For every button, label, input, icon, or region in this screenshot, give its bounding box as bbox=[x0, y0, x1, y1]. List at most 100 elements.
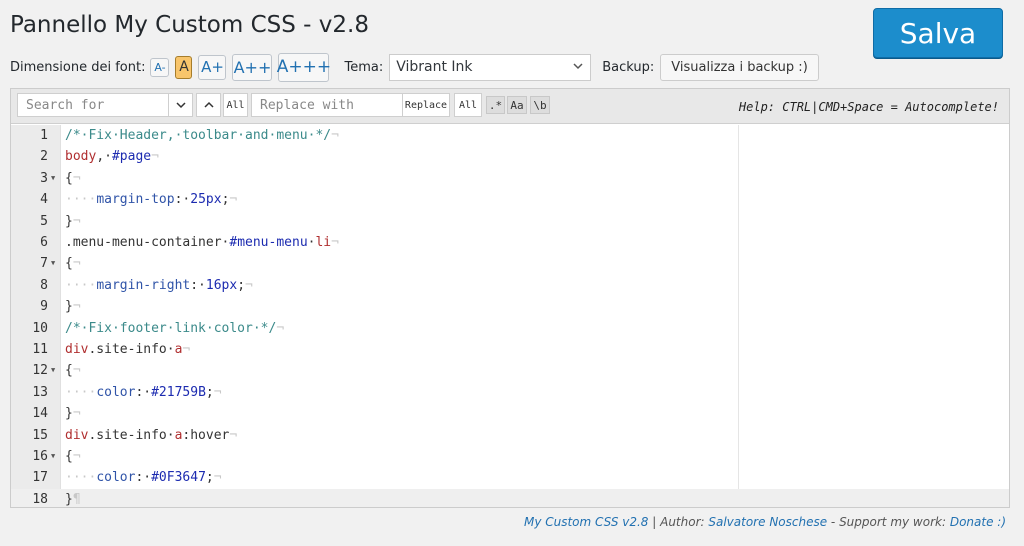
code-text: }¬ bbox=[65, 211, 81, 232]
fold-toggle-icon[interactable]: ▼ bbox=[51, 168, 55, 189]
code-line[interactable]: 17 ····color:·#0F3647;¬ bbox=[11, 467, 1009, 488]
code-line[interactable]: 2 body,·#page¬ bbox=[11, 146, 1009, 167]
code-token: :· bbox=[135, 470, 152, 486]
code-token: :hover bbox=[182, 427, 230, 443]
plugin-link[interactable]: My Custom CSS v2.8 bbox=[524, 515, 648, 529]
search-history-button[interactable] bbox=[168, 93, 193, 117]
code-token: .site-info· bbox=[88, 342, 175, 357]
code-token: /*·Fix·Header,·toolbar·and·menu·*/ bbox=[65, 128, 332, 143]
code-token: #page bbox=[111, 149, 152, 165]
author-link[interactable]: Salvatore Noschese bbox=[708, 515, 827, 529]
code-token: :· bbox=[190, 277, 206, 293]
code-text: {¬ bbox=[65, 446, 81, 467]
view-backups-button[interactable]: Visualizza i backup :) bbox=[660, 53, 819, 81]
code-line[interactable]: 11 div.site-info·a¬ bbox=[11, 339, 1009, 360]
code-line[interactable]: 9}¬ bbox=[11, 296, 1009, 317]
code-text: ····margin-right:·16px;¬ bbox=[65, 275, 253, 296]
code-line[interactable]: 5 }¬ bbox=[11, 211, 1009, 232]
code-token: .menu-menu-container· bbox=[65, 235, 230, 250]
find-previous-button[interactable] bbox=[196, 93, 221, 117]
code-token: ¬ bbox=[213, 470, 222, 486]
code-token: ¬ bbox=[72, 170, 81, 186]
line-number: 3 bbox=[40, 170, 48, 186]
code-token: { bbox=[65, 256, 73, 272]
code-token: } bbox=[65, 213, 73, 229]
find-all-button[interactable]: All bbox=[223, 93, 248, 117]
font-size-label: Dimensione dei font: bbox=[10, 59, 146, 75]
donate-link[interactable]: Donate :) bbox=[950, 515, 1006, 529]
code-token: ¬ bbox=[72, 256, 81, 272]
code-token: ¬ bbox=[182, 342, 191, 357]
code-token: #21759B bbox=[151, 384, 206, 400]
code-line[interactable]: 15 div.site-info·a:hover¬ bbox=[11, 425, 1009, 446]
line-number: 13 bbox=[32, 384, 48, 400]
code-line[interactable]: 18}¶ bbox=[11, 488, 1009, 507]
font-size-large-button[interactable]: A+ bbox=[198, 54, 227, 80]
code-token: ···· bbox=[65, 277, 97, 293]
code-text: {¬ bbox=[65, 360, 81, 381]
help-text: Help: CTRL|CMD+Space = Autocomplete! bbox=[738, 100, 999, 114]
code-token: 25px bbox=[190, 192, 222, 208]
code-line[interactable]: 3 ▼ {¬ bbox=[11, 168, 1009, 189]
footer: My Custom CSS v2.8 | Author: Salvatore N… bbox=[524, 515, 1006, 529]
code-token: ¬ bbox=[72, 449, 81, 464]
code-token: { bbox=[65, 363, 73, 379]
replace-button[interactable]: Replace bbox=[402, 93, 450, 117]
replace-all-button[interactable]: All bbox=[454, 93, 482, 117]
code-line[interactable]: 7 ▼ {¬ bbox=[11, 253, 1009, 274]
code-token: color bbox=[96, 470, 136, 486]
theme-value: Vibrant Ink bbox=[396, 59, 473, 75]
search-input[interactable]: Search for bbox=[17, 93, 169, 117]
theme-label: Tema: bbox=[344, 59, 384, 75]
code-token: ¬ bbox=[245, 277, 253, 293]
code-text: ····color:·#0F3647;¬ bbox=[65, 467, 222, 488]
code-line[interactable]: 14}¬ bbox=[11, 403, 1009, 424]
line-number: 12 bbox=[32, 363, 48, 379]
font-size-normal-button[interactable]: A bbox=[175, 55, 193, 79]
code-token: ¬ bbox=[276, 320, 285, 336]
fold-toggle-icon[interactable]: ▼ bbox=[51, 253, 55, 274]
font-size-smaller-button[interactable]: A- bbox=[150, 57, 170, 77]
code-line[interactable]: 16 ▼ {¬ bbox=[11, 446, 1009, 467]
page-title: Pannello My Custom CSS - v2.8 bbox=[10, 12, 369, 38]
code-line[interactable]: 12 ▼ {¬ bbox=[11, 360, 1009, 381]
code-token: ···· bbox=[65, 384, 97, 400]
font-size-xxlarge-button[interactable]: A+++ bbox=[277, 52, 331, 82]
line-number: 17 bbox=[32, 470, 48, 486]
case-sensitive-toggle[interactable]: Aa bbox=[507, 96, 527, 114]
footer-author-label: | Author: bbox=[648, 515, 709, 529]
theme-select[interactable]: Vibrant Ink bbox=[389, 53, 592, 81]
code-token: div bbox=[65, 342, 89, 357]
fold-toggle-icon[interactable]: ▼ bbox=[51, 360, 55, 381]
code-line[interactable]: 6 .menu-menu-container·#menu-menu·li¬ bbox=[11, 232, 1009, 253]
font-size-xlarge-button[interactable]: A++ bbox=[232, 53, 273, 81]
save-button[interactable]: Salva bbox=[873, 8, 1003, 58]
code-text: {¬ bbox=[65, 253, 81, 274]
code-token: li bbox=[315, 235, 332, 250]
line-number: 16 bbox=[32, 449, 48, 464]
whole-word-toggle[interactable]: \b bbox=[530, 96, 550, 114]
line-number: 1 bbox=[40, 128, 48, 143]
code-token: #0F3647 bbox=[151, 470, 206, 486]
regex-toggle[interactable]: .* bbox=[486, 96, 505, 114]
code-text: /*·Fix·footer·link·color·*/¬ bbox=[65, 318, 284, 339]
code-token: ,· bbox=[96, 149, 112, 165]
code-token: /*·Fix·footer·link·color·*/ bbox=[65, 320, 277, 336]
code-token: } bbox=[65, 299, 73, 315]
line-number: 5 bbox=[40, 213, 48, 229]
code-text: body,·#page¬ bbox=[65, 146, 159, 167]
code-token: ¶ bbox=[72, 491, 81, 507]
code-token: ¬ bbox=[72, 363, 81, 379]
code-line[interactable]: 13 ····color:·#21759B;¬ bbox=[11, 382, 1009, 403]
code-token: ; bbox=[205, 470, 214, 486]
replace-input[interactable]: Replace with bbox=[251, 93, 405, 117]
code-editor[interactable]: Search for All Replace with Replace All … bbox=[10, 88, 1010, 508]
code-text: }¬ bbox=[65, 403, 81, 424]
code-line[interactable]: 8 ····margin-right:·16px;¬ bbox=[11, 275, 1009, 296]
code-line[interactable]: 10 /*·Fix·footer·link·color·*/¬ bbox=[11, 318, 1009, 339]
code-token: .site-info· bbox=[88, 427, 175, 443]
code-token: div bbox=[65, 427, 89, 443]
code-line[interactable]: 4 ····margin-top:·25px;¬ bbox=[11, 189, 1009, 210]
code-line[interactable]: 1 /*·Fix·Header,·toolbar·and·menu·*/¬ bbox=[11, 125, 1009, 146]
fold-toggle-icon[interactable]: ▼ bbox=[51, 446, 55, 467]
